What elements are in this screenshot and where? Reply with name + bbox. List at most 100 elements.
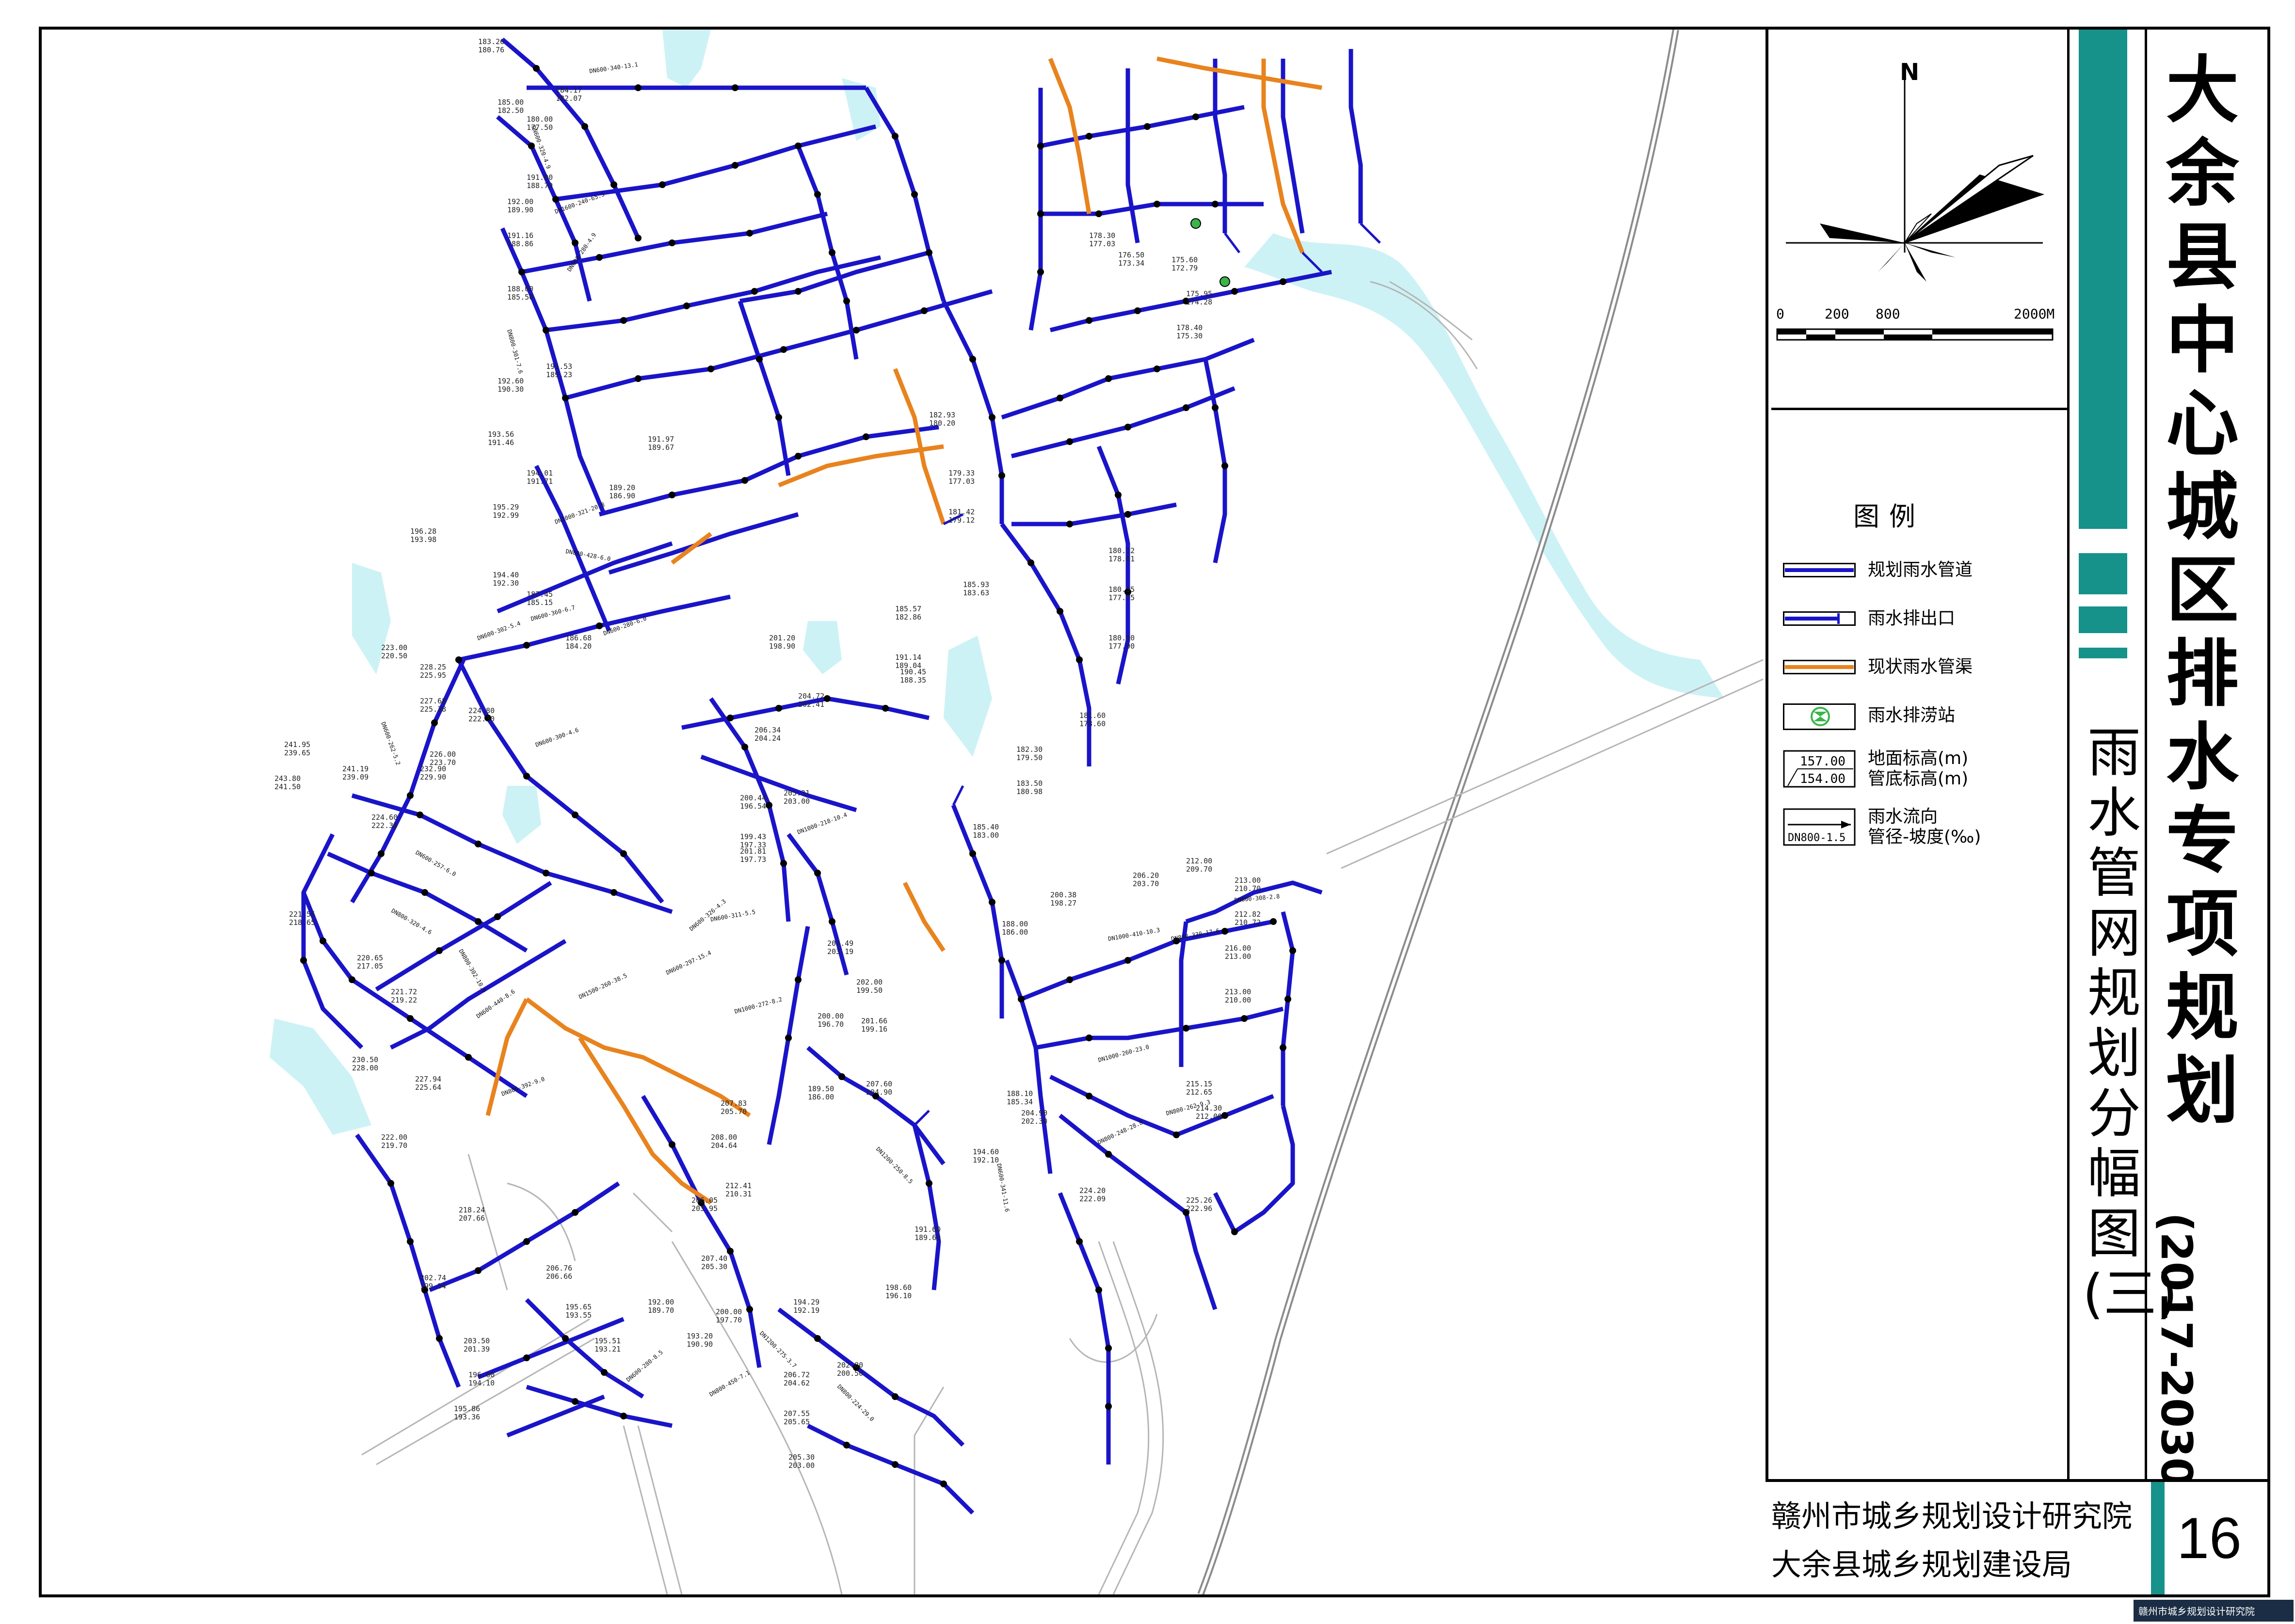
pipe-labels: DN600-340-13.1DN600-320-4.9DN600-280-4.9… xyxy=(380,61,1280,1423)
elevation-label: 196.28 193.98 xyxy=(410,527,436,544)
institute-logo: 赣州市城乡规划设计研究院 xyxy=(2134,1600,2294,1622)
pipe-label: DN800-330-17.6 xyxy=(1171,927,1220,942)
existing-channel-icon xyxy=(1783,650,1856,684)
elevation-label: 195.86 193.36 xyxy=(454,1404,480,1421)
elevation-label: 183.50 180.98 xyxy=(1016,779,1043,796)
institute-logo-text: 赣州市城乡规划设计研究院 xyxy=(2138,1606,2255,1617)
planned-pipe-icon xyxy=(1783,553,1856,587)
legend-label-pump-station: 雨水排涝站 xyxy=(1868,705,1956,725)
elevation-label: 212.82 210.72 xyxy=(1235,910,1261,927)
elevation-label: 195.51 193.21 xyxy=(594,1337,621,1353)
elevation-label: 207.40 205.30 xyxy=(701,1254,727,1271)
pipe-label: DN1000-272-8.2 xyxy=(734,996,783,1015)
elevation-label: 194.01 191.71 xyxy=(527,469,553,486)
elevation-label: 205.30 203.00 xyxy=(788,1453,815,1470)
footer-org-design-institute: 赣州市城乡规划设计研究院 xyxy=(1771,1498,2133,1534)
elevation-label: 228.25 225.95 xyxy=(420,663,446,680)
elevation-label: 206.34 204.24 xyxy=(754,726,781,743)
elevation-label: 180.12 178.01 xyxy=(1108,546,1135,563)
scale-label-2000: 2000M xyxy=(2014,306,2055,322)
pipe-label: DN600-262-5.2 xyxy=(380,721,401,766)
accent-bar-2 xyxy=(2079,606,2127,633)
elevation-label: 198.60 196.10 xyxy=(885,1283,912,1300)
elevation-label: 221.72 219.22 xyxy=(391,987,417,1004)
side-panel: N 0 200 800 2000M 图例 规划雨水管道 雨水排出口 现状雨水管渠… xyxy=(1765,30,2267,1594)
elevation-label: 181.42 179.12 xyxy=(948,508,975,525)
elevation-label: 188.00 186.00 xyxy=(1002,920,1028,937)
elevation-label: 223.00 220.50 xyxy=(381,643,407,660)
scale-label-800: 800 xyxy=(1876,306,1900,322)
pipe-label: DN1200-250-8.5 xyxy=(875,1146,914,1185)
elevation-label: 220.65 217.05 xyxy=(357,954,383,971)
scale-label-0: 0 xyxy=(1776,306,1784,322)
map-subtitle: 雨水管网规划分幅图(三) xyxy=(2083,722,2178,1325)
elevation-label: 182.30 179.50 xyxy=(1016,745,1043,762)
elevation-label: 183.26 180.76 xyxy=(478,37,504,54)
elevation-label: 204.49 203.19 xyxy=(827,939,853,956)
legend-item-existing-channel: 现状雨水管渠 xyxy=(1783,650,1973,684)
elevation-label: 213.00 210.70 xyxy=(1235,876,1261,893)
elevation-label: 215.15 212.65 xyxy=(1186,1080,1212,1097)
flow-direction-icon: DN800-1.5 xyxy=(1783,805,1856,849)
pipe-label: DN1500-260-38.5 xyxy=(578,972,628,1000)
scale-label-200: 200 xyxy=(1825,306,1849,322)
elevation-label: 180.35 177.25 xyxy=(1108,585,1135,602)
elevation-label: 225.26 222.96 xyxy=(1186,1196,1212,1213)
elevation-label: 182.93 180.20 xyxy=(929,411,955,428)
elevation-label: 202.80 200.50 xyxy=(837,1361,863,1378)
elevation-label: 192.00 189.70 xyxy=(648,1298,674,1315)
map-area[interactable]: 183.26 180.76 185.00 182.50 184.17 182.07 180.… xyxy=(42,30,1765,1594)
elevation-label: 186.68 184.20 xyxy=(565,634,592,651)
legend-label-planned-pipe: 规划雨水管道 xyxy=(1868,560,1973,580)
footer: 赣州市城乡规划设计研究院 大余县城乡规划建设局 16 xyxy=(1765,1479,2267,1594)
pipe-label: DN600-297-15.4 xyxy=(665,949,712,976)
storm-network-map: 183.26 180.76185.00 182.50184.17 182.07180.… xyxy=(270,30,1764,1594)
elevation-label: 191.60 189.60 xyxy=(915,1225,941,1242)
legend-label-elevation: 地面标高(m) 管底标高(m) xyxy=(1868,748,1969,789)
elevation-label: 180.00 177.50 xyxy=(527,115,553,132)
elevation-label: 224.60 222.30 xyxy=(371,813,398,830)
elevation-label: 185.93 183.63 xyxy=(963,580,989,597)
scale-bar xyxy=(1776,328,2054,341)
river xyxy=(270,30,1724,1135)
accent-bar-1 xyxy=(2079,553,2127,594)
accent-bar-long xyxy=(2079,30,2127,529)
elevation-label: 193.56 191.46 xyxy=(488,430,514,447)
pipe-label: DN1200-275-3.7 xyxy=(758,1330,798,1369)
elevation-label: 194.60 192.10 xyxy=(973,1147,999,1164)
footer-accent-bar xyxy=(2151,1482,2165,1594)
elevation-label: 189.50 186.00 xyxy=(808,1084,834,1101)
elevation-label: 203.50 201.39 xyxy=(464,1337,490,1353)
pipe-label: DN800-428-6.0 xyxy=(565,548,611,562)
legend-item-planned-pipe: 规划雨水管道 xyxy=(1783,553,1973,587)
pipe-label: DN800-308-2.8 xyxy=(1234,893,1280,904)
elevation-label: 207.55 205.65 xyxy=(784,1409,810,1426)
elevation-label: 204.90 202.30 xyxy=(1021,1109,1047,1126)
elevation-label: 206.20 203.70 xyxy=(1133,871,1159,888)
elevation-label: 185.00 182.50 xyxy=(498,98,524,115)
elevation-label: 180.90 177.90 xyxy=(1108,634,1135,651)
elevation-label: 222.00 219.70 xyxy=(381,1133,407,1150)
elevation-label: 179.33 177.03 xyxy=(948,469,975,486)
elevation-label: 196.60 194.10 xyxy=(468,1370,495,1387)
elevation-label: 206.72 204.62 xyxy=(784,1370,810,1387)
sheet-number: 16 xyxy=(2151,1482,2264,1594)
pipe-label: DN800-302-10.9 xyxy=(457,948,488,994)
elevation-label: 202.00 199.50 xyxy=(856,978,883,995)
elevation-label: 200.38 198.27 xyxy=(1050,891,1076,908)
elevation-label: 195.29 192.99 xyxy=(493,503,519,520)
elevation-label: 181.60 178.60 xyxy=(1079,711,1106,728)
legend-divider xyxy=(2067,30,2070,1479)
elevation-label: 191.00 188.70 xyxy=(527,173,553,190)
elevation-label: 213.00 210.00 xyxy=(1225,987,1251,1004)
sheet-number-value: 16 xyxy=(2177,1506,2242,1571)
elevation-label: 175.95 174.28 xyxy=(1186,289,1212,306)
elevation-label: 191.53 189.23 xyxy=(546,362,572,379)
legend-item-pump-station: 雨水排涝站 xyxy=(1783,699,1955,732)
pipe-label: DN600-280-8.5 xyxy=(625,1349,664,1383)
elevation-label: 241.19 239.09 xyxy=(342,764,369,781)
elevation-label: 201.81 197.73 xyxy=(740,847,766,864)
legend-label-existing-channel: 现状雨水管渠 xyxy=(1868,657,1973,677)
elevation-label: 243.80 241.50 xyxy=(274,774,301,791)
pipe-label: DN800-301-7.6 xyxy=(506,329,524,374)
